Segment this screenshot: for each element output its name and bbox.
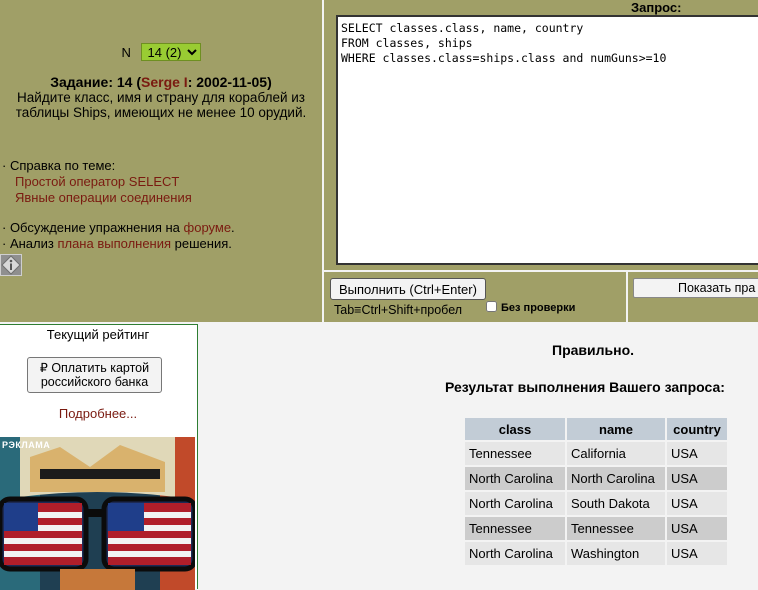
forum-line-suffix: . (231, 220, 235, 235)
table-cell: Tennessee (465, 442, 565, 465)
result-area: Правильно. Результат выполнения Вашего з… (200, 324, 758, 589)
ad-label: РЭКЛАМА (2, 440, 51, 450)
exercise-number-label: N (121, 45, 131, 60)
ad-banner[interactable]: РЭКЛАМА (0, 437, 195, 590)
table-cell: North Carolina (567, 467, 665, 490)
table-cell: USA (667, 492, 727, 515)
table-cell: USA (667, 442, 727, 465)
table-cell: Tennessee (567, 517, 665, 540)
result-table: class name country Tennessee California … (463, 416, 729, 567)
show-plan-button[interactable]: Показать пра (633, 278, 758, 298)
help-link-select[interactable]: Простой оператор SELECT (2, 174, 192, 190)
table-row: North Carolina Washington USA (465, 542, 727, 565)
table-cell: Tennessee (465, 517, 565, 540)
task-title-suffix: : 2002-11-05) (187, 74, 272, 90)
help-heading: · Справка по теме: (2, 158, 116, 173)
sidebar: Текущий рейтинг ₽ Оплатить картой россий… (0, 324, 198, 590)
no-check-label: Без проверки (501, 302, 576, 314)
task-title-prefix: Задание: 14 ( (50, 74, 141, 90)
table-cell: Washington (567, 542, 665, 565)
info-button[interactable] (0, 254, 22, 276)
query-label: Запрос: (631, 0, 682, 15)
no-check-option[interactable]: Без проверки (486, 301, 575, 314)
keyboard-hint: Tab≡Ctrl+Shift+пробел (334, 303, 463, 317)
table-cell: USA (667, 467, 727, 490)
actions-panel: Выполнить (Ctrl+Enter) Tab≡Ctrl+Shift+пр… (324, 272, 626, 322)
rating-label: Текущий рейтинг (46, 327, 150, 342)
task-title: Задание: 14 (Serge I: 2002-11-05) (0, 74, 322, 90)
column-header-name: name (567, 418, 665, 440)
run-query-button[interactable]: Выполнить (Ctrl+Enter) (330, 278, 486, 300)
task-panel: N 14 (2) Задание: 14 (Serge I: 2002-11-0… (0, 0, 324, 322)
exercise-select[interactable]: 14 (2) (140, 43, 201, 61)
table-header-row: class name country (465, 418, 727, 440)
pay-by-card-button[interactable]: ₽ Оплатить картой российского банка (27, 357, 162, 393)
table-cell: North Carolina (465, 492, 565, 515)
no-check-checkbox[interactable] (486, 301, 497, 312)
exercise-selector-row: N 14 (2) (0, 43, 322, 61)
plan-line: · Анализ плана выполнения решения. (2, 236, 235, 252)
info-icon (1, 255, 21, 275)
table-row: Tennessee California USA (465, 442, 727, 465)
table-cell: South Dakota (567, 492, 665, 515)
plan-panel: Показать пра (628, 272, 758, 322)
table-row: North Carolina South Dakota USA (465, 492, 727, 515)
help-link-joins[interactable]: Явные операции соединения (2, 190, 192, 206)
discussion-section: · Обсуждение упражнения на форуме. · Ана… (2, 220, 235, 252)
plan-line-prefix: · Анализ (2, 236, 58, 251)
query-panel: Запрос: SELECT classes.class, name, coun… (324, 0, 758, 270)
forum-link[interactable]: форуме (184, 220, 232, 235)
table-cell: California (567, 442, 665, 465)
forum-line: · Обсуждение упражнения на форуме. (2, 220, 235, 236)
result-title: Результат выполнения Вашего запроса: (445, 379, 725, 395)
task-description: Найдите класс, имя и страну для кораблей… (15, 90, 307, 120)
table-row: North Carolina North Carolina USA (465, 467, 727, 490)
plan-line-suffix: решения. (171, 236, 232, 251)
sunglasses-flag-image (0, 437, 195, 590)
more-link[interactable]: Подробнее... (0, 406, 196, 421)
table-cell: North Carolina (465, 467, 565, 490)
sql-query-editor[interactable]: SELECT classes.class, name, country FROM… (336, 15, 758, 265)
forum-line-prefix: · Обсуждение упражнения на (2, 220, 184, 235)
table-cell: USA (667, 517, 727, 540)
column-header-country: country (667, 418, 727, 440)
task-author: Serge I (141, 74, 188, 90)
help-section: · Справка по теме: Простой оператор SELE… (2, 158, 192, 206)
execution-plan-link[interactable]: плана выполнения (57, 236, 171, 251)
table-cell: North Carolina (465, 542, 565, 565)
table-row: Tennessee Tennessee USA (465, 517, 727, 540)
column-header-class: class (465, 418, 565, 440)
result-status: Правильно. (552, 342, 635, 358)
table-cell: USA (667, 542, 727, 565)
